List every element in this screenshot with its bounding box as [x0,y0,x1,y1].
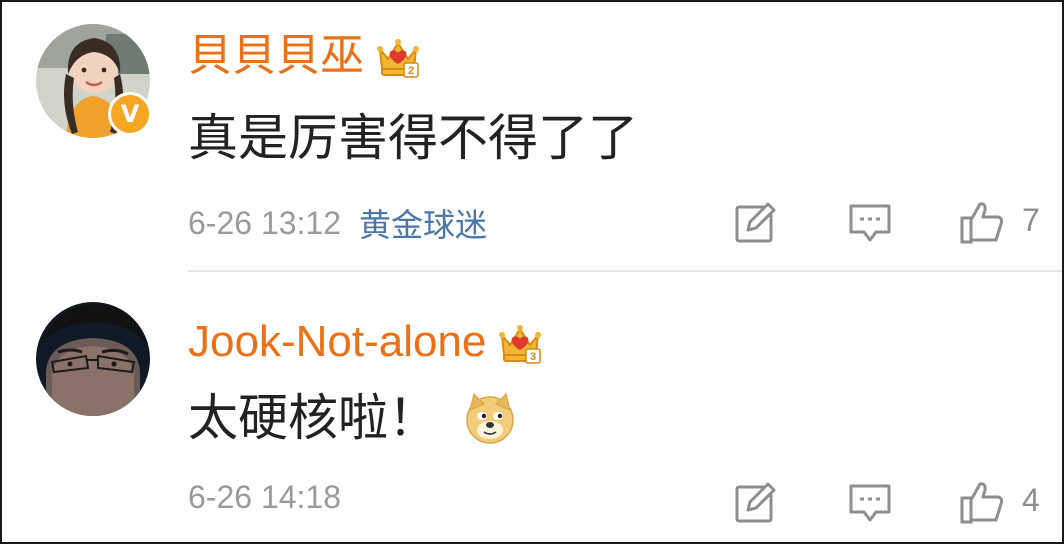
crown-level-icon: 2 [377,39,419,78]
comment-item: Jook-Not-alone 3 太硬核啦！ 6-26 14:18 4 [2,274,1062,542]
doge-emoji-icon [466,392,514,444]
comment-body: 真是厉害得不得了了 [188,109,638,167]
username-row: Jook-Not-alone 3 [188,312,542,372]
comment-text: 太硬核啦！ [188,386,516,450]
avatar-man-glasses-photo-icon [36,302,150,416]
user-avatar[interactable] [36,302,150,416]
comment-item: V 貝貝貝巫 2 真是厉害得不得了了 6-26 13:12 黄金球迷 7 [2,2,1062,272]
svg-text:3: 3 [530,351,536,363]
verified-badge-icon: V [108,92,152,136]
repost-icon[interactable] [734,200,778,244]
user-avatar[interactable]: V [36,24,152,138]
like-thumb-icon[interactable] [960,200,1004,244]
comment-meta: 6-26 13:12 黄金球迷 [188,200,487,246]
crown-level-icon: 3 [499,325,542,364]
comment-icon[interactable] [848,480,892,524]
divider [188,270,1062,272]
like-thumb-icon[interactable] [960,480,1004,524]
comment-time: 6-26 13:12 [188,204,342,241]
username[interactable]: Jook-Not-alone [188,312,486,372]
comment-body: 太硬核啦！ [188,389,438,447]
svg-text:2: 2 [408,65,414,77]
username-row: 貝貝貝巫 2 [188,26,420,86]
username[interactable]: 貝貝貝巫 [188,26,364,86]
comment-text: 真是厉害得不得了了 [188,106,638,170]
comment-time: 6-26 14:18 [188,479,342,515]
comment-source-link[interactable]: 黄金球迷 [359,200,487,246]
like-count: 7 [1022,202,1040,238]
repost-icon[interactable] [734,480,778,524]
comment-meta: 6-26 14:18 [188,479,341,516]
comment-icon[interactable] [848,200,892,244]
like-count: 4 [1022,482,1040,518]
comment-list: V 貝貝貝巫 2 真是厉害得不得了了 6-26 13:12 黄金球迷 7 Joo… [0,0,1064,544]
